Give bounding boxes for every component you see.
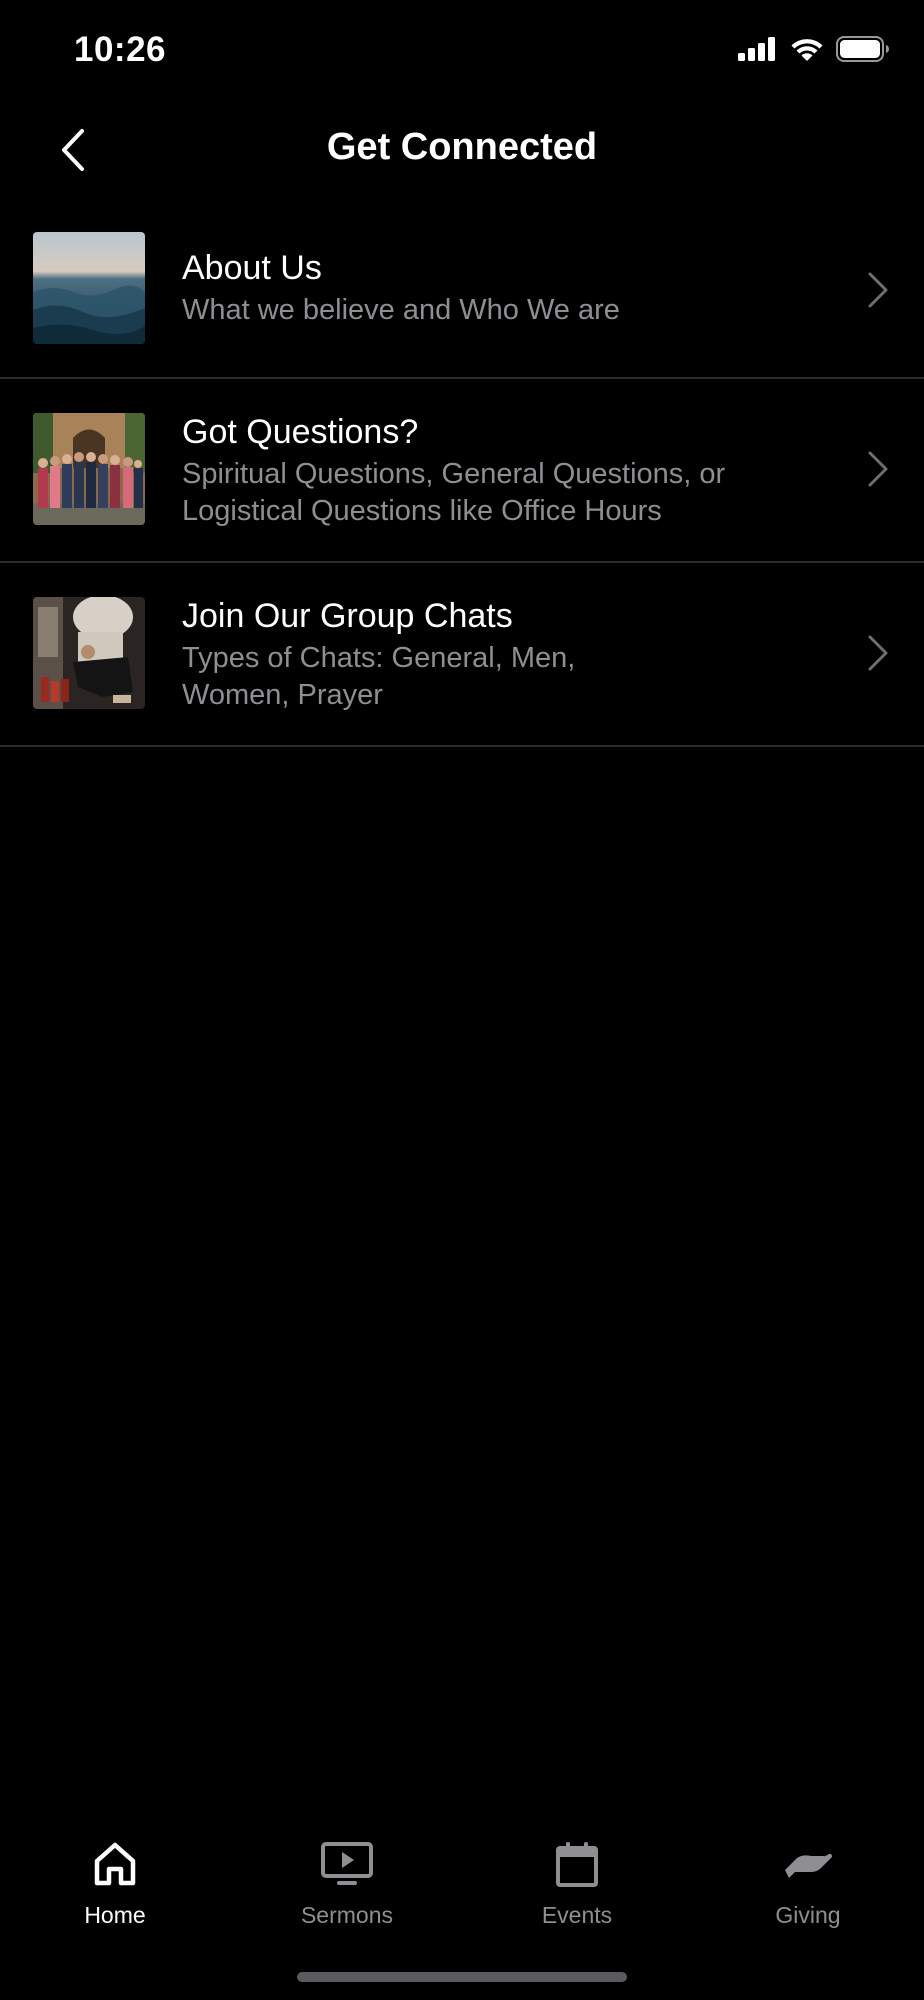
tab-label: Giving xyxy=(775,1902,841,1928)
tab-giving[interactable]: Giving xyxy=(708,1836,908,1929)
cellular-signal-icon xyxy=(738,37,775,61)
ocean-thumbnail xyxy=(33,232,145,344)
list-item-title: About Us xyxy=(182,249,322,287)
person-sitting-thumbnail xyxy=(33,597,145,709)
chevron-right-icon xyxy=(868,451,888,487)
tab-home[interactable]: Home xyxy=(15,1836,215,1929)
tab-sermons[interactable]: Sermons xyxy=(247,1836,447,1929)
list-item-text: Got Questions? Spiritual Questions, Gene… xyxy=(182,412,804,530)
battery-icon xyxy=(836,36,889,62)
list-item-text: Join Our Group Chats Types of Chats: Gen… xyxy=(182,596,674,714)
status-icons xyxy=(738,36,890,62)
page-title: Get Connected xyxy=(326,126,598,168)
home-icon xyxy=(94,1842,136,1886)
navigation-bar: Get Connected xyxy=(0,100,924,200)
tab-bar: Home Sermons Events Giving xyxy=(0,1820,924,1930)
tab-events[interactable]: Events xyxy=(477,1836,677,1929)
connect-list: About Us What we believe and Who We are xyxy=(0,200,924,747)
status-time: 10:26 xyxy=(74,30,167,69)
home-indicator[interactable] xyxy=(297,1972,627,1982)
giving-hand-icon xyxy=(785,1853,832,1878)
tab-label: Home xyxy=(84,1902,146,1928)
chevron-right-icon xyxy=(868,635,888,671)
list-item-group-chats[interactable]: Join Our Group Chats Types of Chats: Gen… xyxy=(0,563,924,747)
list-item-got-questions[interactable]: Got Questions? Spiritual Questions, Gene… xyxy=(0,379,924,563)
list-item-subtitle: Types of Chats: General, Men, Women, Pra… xyxy=(182,642,576,711)
list-item-subtitle: Spiritual Questions, General Questions, … xyxy=(182,458,726,527)
tab-label: Sermons xyxy=(300,1902,394,1928)
list-item-about-us[interactable]: About Us What we believe and Who We are xyxy=(0,200,924,379)
status-bar: 10:26 xyxy=(0,0,924,100)
staff-group-thumbnail xyxy=(33,413,145,525)
list-item-subtitle: What we believe and Who We are xyxy=(182,294,620,326)
chevron-right-icon xyxy=(868,272,888,308)
calendar-icon xyxy=(556,1842,598,1887)
list-item-title: Join Our Group Chats xyxy=(182,597,513,635)
play-screen-icon xyxy=(321,1842,373,1885)
wifi-icon xyxy=(791,39,823,61)
list-item-text: About Us What we believe and Who We are xyxy=(182,248,804,329)
list-item-title: Got Questions? xyxy=(182,413,419,451)
tab-label: Events xyxy=(541,1902,613,1928)
